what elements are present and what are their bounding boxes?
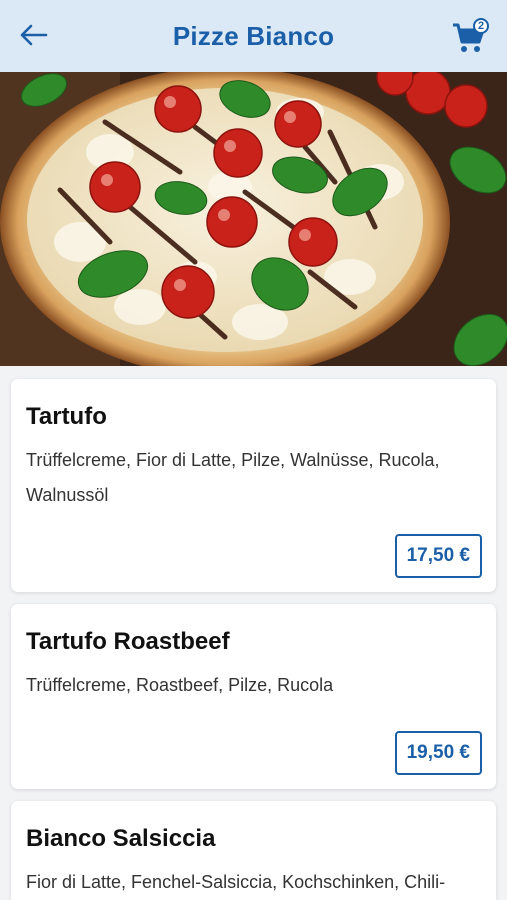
item-description: Trüffelcreme, Roastbeef, Pilze, Rucola bbox=[26, 675, 334, 695]
item-description: Trüffelcreme, Fior di Latte, Pilze, Waln… bbox=[26, 450, 440, 505]
price-button[interactable]: 17,50 € bbox=[394, 534, 482, 578]
app-header: Pizze Bianco 2 bbox=[0, 0, 507, 72]
back-button[interactable] bbox=[16, 20, 50, 50]
menu-item-card[interactable]: Tartufo Roastbeef Trüffelcreme, Roastbee… bbox=[11, 604, 496, 789]
menu-item-card[interactable]: Bianco Salsiccia Fior di Latte, Fenchel-… bbox=[11, 801, 496, 900]
item-description: Fior di Latte, Fenchel-Salsiccia, Kochsc… bbox=[26, 872, 446, 892]
menu-item-card[interactable]: Tartufo Trüffelcreme, Fior di Latte, Pil… bbox=[11, 379, 496, 592]
arrow-left-icon bbox=[20, 24, 48, 46]
price-button[interactable]: 19,50 € bbox=[394, 731, 482, 775]
cart-count-badge: 2 bbox=[473, 18, 489, 34]
item-name: Tartufo bbox=[26, 403, 107, 430]
hero-pizza-image bbox=[0, 72, 507, 366]
item-name: Tartufo Roastbeef bbox=[26, 628, 230, 655]
item-name: Bianco Salsiccia bbox=[26, 825, 216, 852]
page-title: Pizze Bianco bbox=[172, 20, 335, 51]
cart-button[interactable]: 2 bbox=[451, 16, 491, 56]
